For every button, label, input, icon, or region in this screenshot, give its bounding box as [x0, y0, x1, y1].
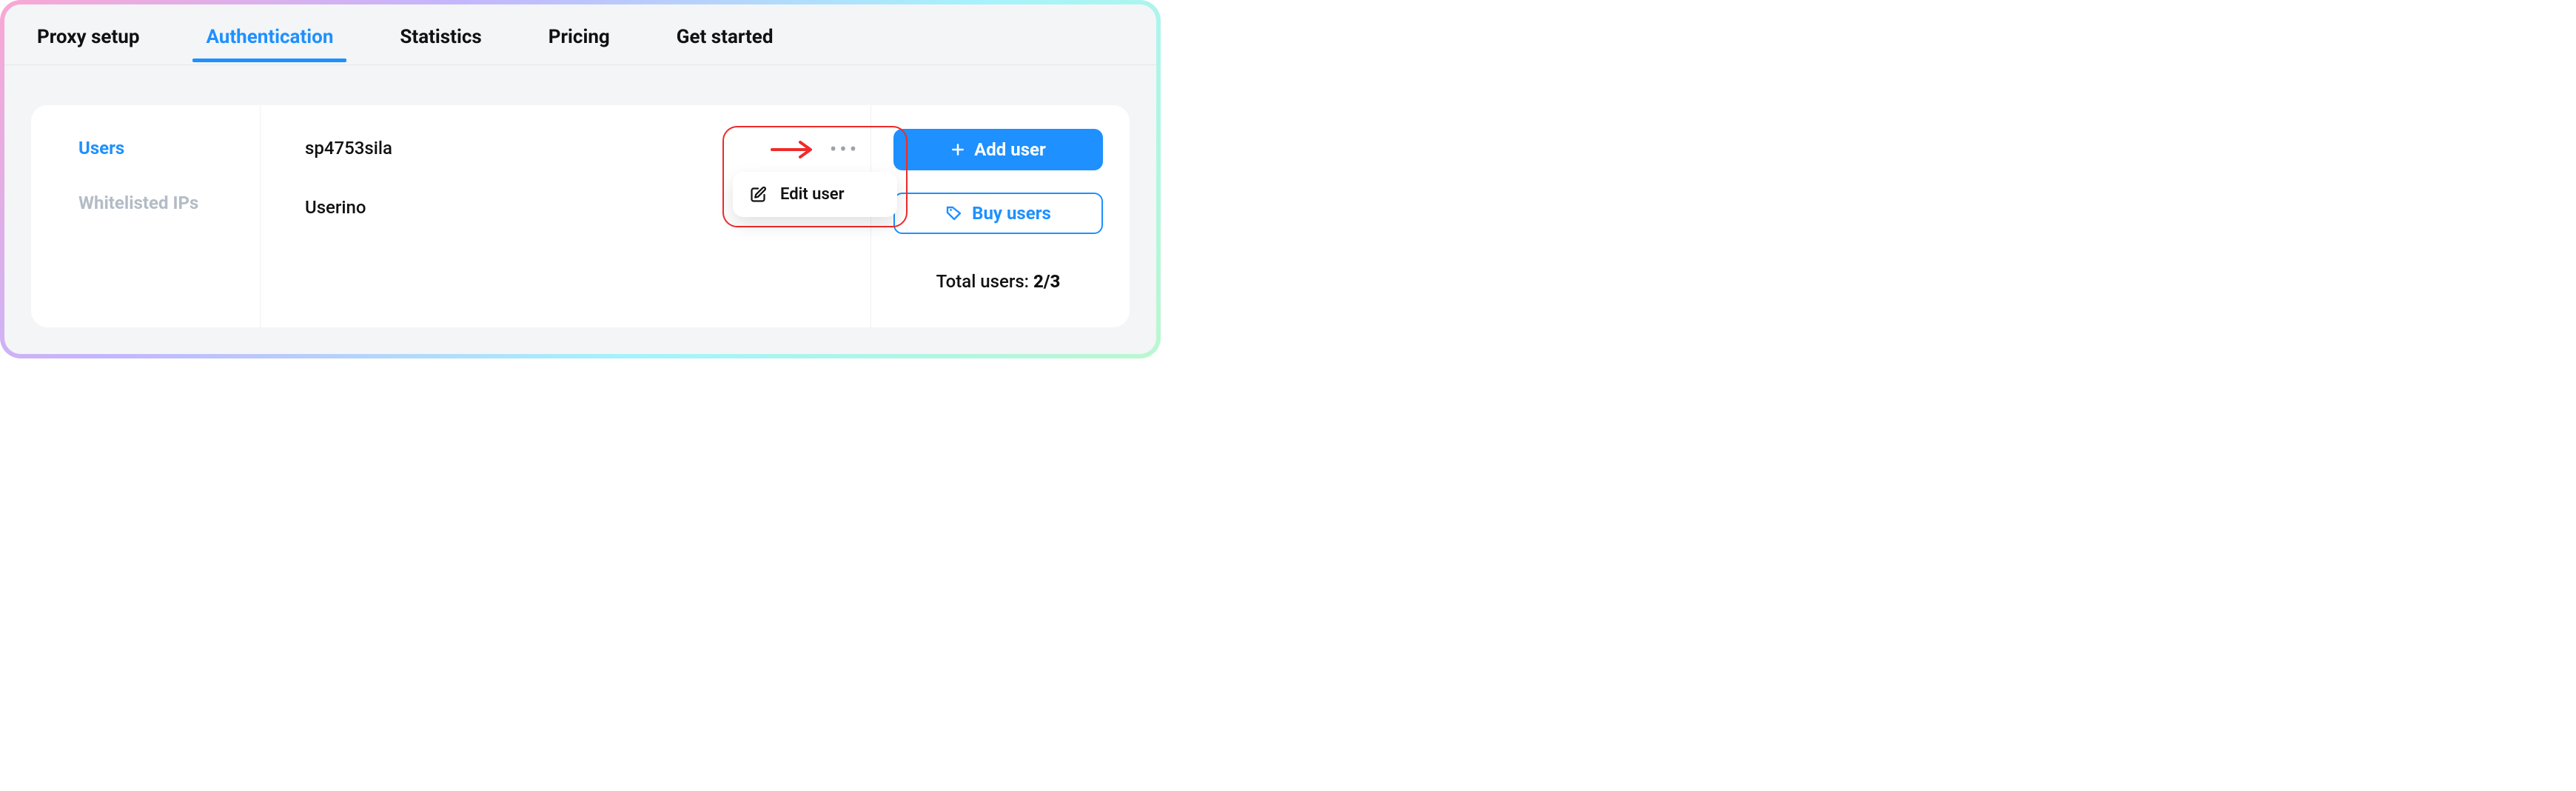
- plus-icon: [950, 142, 965, 157]
- app-panel: Proxy setup Authentication Statistics Pr…: [0, 0, 1161, 358]
- auth-card: Users Whitelisted IPs sp4753sila Userino…: [31, 105, 1130, 327]
- add-user-button[interactable]: Add user: [893, 129, 1103, 170]
- add-user-label: Add user: [974, 139, 1046, 160]
- total-users-label: Total users:: [936, 271, 1033, 292]
- callout-header: •••: [724, 127, 906, 172]
- edit-icon: [749, 186, 767, 204]
- edit-user-menu-item[interactable]: Edit user: [780, 185, 845, 204]
- more-icon[interactable]: •••: [830, 139, 859, 160]
- total-users: Total users: 2/3: [893, 271, 1103, 292]
- context-menu: Edit user: [733, 172, 897, 217]
- context-callout: ••• Edit user: [722, 126, 908, 227]
- total-users-value: 2/3: [1033, 271, 1060, 292]
- side-nav: Users Whitelisted IPs: [31, 105, 261, 327]
- arrow-right-icon: [771, 140, 815, 159]
- buy-users-label: Buy users: [972, 203, 1051, 224]
- tab-proxy-setup[interactable]: Proxy setup: [37, 21, 139, 61]
- actions-column: Add user Buy users Total users: 2/3: [871, 105, 1130, 327]
- tab-authentication[interactable]: Authentication: [206, 21, 333, 61]
- top-tabs: Proxy setup Authentication Statistics Pr…: [4, 18, 1156, 65]
- buy-users-button[interactable]: Buy users: [893, 193, 1103, 234]
- tag-icon: [945, 204, 963, 222]
- tab-statistics[interactable]: Statistics: [400, 21, 481, 61]
- tab-get-started[interactable]: Get started: [677, 21, 774, 61]
- side-nav-whitelisted-ips[interactable]: Whitelisted IPs: [78, 193, 260, 213]
- tab-pricing[interactable]: Pricing: [549, 21, 610, 61]
- panel-inner: Proxy setup Authentication Statistics Pr…: [4, 4, 1156, 354]
- side-nav-users[interactable]: Users: [78, 138, 260, 158]
